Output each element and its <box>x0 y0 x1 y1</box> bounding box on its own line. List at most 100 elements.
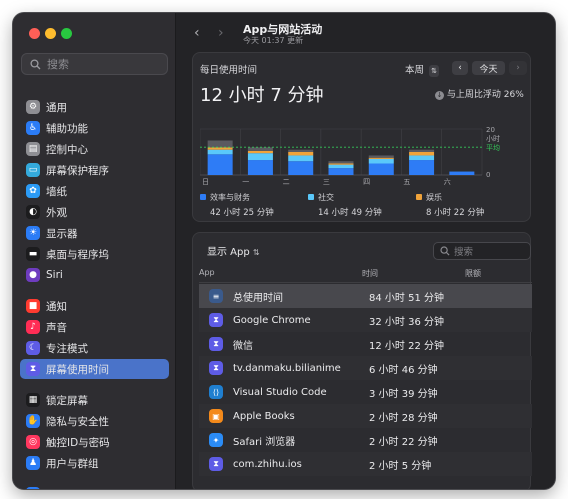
sidebar-item-label: 控制中心 <box>46 143 88 156</box>
minimize-window-button[interactable] <box>45 28 56 39</box>
sidebar-item-8[interactable]: ● Siri <box>20 265 169 285</box>
display-icon: ☀ <box>26 226 40 240</box>
app-name: com.zhihu.ios <box>233 458 302 470</box>
compare-label: 与上周比浮动 26% <box>446 90 524 100</box>
search-icon <box>30 58 41 69</box>
bar-segment <box>207 154 233 175</box>
next-period-button[interactable]: › <box>509 61 527 75</box>
sidebar-item-12[interactable]: ⧗ 屏幕使用时间 <box>20 359 169 379</box>
column-limit[interactable]: 限额 <box>465 268 481 279</box>
bar-segment <box>207 140 233 148</box>
down-arrow-icon: ↓ <box>435 91 444 100</box>
legend-name: 娱乐 <box>426 193 442 202</box>
app-name: Google Chrome <box>233 314 311 326</box>
legend-name: 效率与财务 <box>210 193 250 202</box>
period-select[interactable]: 本周 ⇅ <box>405 62 440 77</box>
notification-icon: ■ <box>26 299 40 313</box>
sidebar-item-2[interactable]: ▤ 控制中心 <box>20 139 169 159</box>
sidebar-item-10[interactable]: ♪ 声音 <box>20 317 169 337</box>
sidebar-item-5[interactable]: ◐ 外观 <box>20 202 169 222</box>
layers-icon: ≡ <box>209 289 223 303</box>
app-search-input[interactable]: 搜索 <box>433 242 531 260</box>
updown-chevron-icon: ⇅ <box>429 65 440 77</box>
table-row[interactable]: ⧗ 微信 12 小时 22 分钟 <box>199 332 532 356</box>
app-time: 2 小时 5 分钟 <box>369 460 432 472</box>
bar-segment <box>328 163 354 165</box>
column-time[interactable]: 时间 <box>362 268 378 279</box>
sidebar-item-15[interactable]: ◎ 触控ID与密码 <box>20 432 169 452</box>
sidebar-item-label: 专注模式 <box>46 342 88 355</box>
bar-segment <box>247 150 273 154</box>
appearance-icon: ◐ <box>26 205 40 219</box>
fingerprint-icon: ◎ <box>26 435 40 449</box>
sidebar-item-6[interactable]: ☀ 显示器 <box>20 223 169 243</box>
sidebar-item-label: 屏幕保护程序 <box>46 164 109 177</box>
hand-icon: ✋ <box>26 414 40 428</box>
sidebar-item-14[interactable]: ✋ 隐私与安全性 <box>20 411 169 431</box>
sidebar-item-0[interactable]: ⚙ 通用 <box>20 97 169 117</box>
close-window-button[interactable] <box>29 28 40 39</box>
sidebar-item-label: 隐私与安全性 <box>46 415 109 428</box>
show-app-select[interactable]: 显示 App ⇅ <box>207 243 260 258</box>
sidebar-item-label: 通用 <box>46 101 67 114</box>
bar-segment <box>328 161 354 164</box>
sidebar-item-1[interactable]: ♿ 辅助功能 <box>20 118 169 138</box>
hourglass-icon: ⧗ <box>209 361 223 375</box>
column-app[interactable]: App <box>199 268 215 277</box>
sidebar-item-17[interactable]: @ 互联网账户 <box>20 484 169 489</box>
accessibility-icon: ♿ <box>26 121 40 135</box>
hourglass-icon: ⧗ <box>209 457 223 471</box>
sidebar-item-11[interactable]: ☾ 专注模式 <box>20 338 169 358</box>
table-row[interactable]: ⟨⟩ Visual Studio Code 3 小时 39 分钟 <box>199 380 532 404</box>
app-name: 总使用时间 <box>233 292 283 304</box>
app-name: Visual Studio Code <box>233 386 327 398</box>
usage-card: 每日使用时间 12 小时 7 分钟 本周 ⇅ ‹ 今天 › ↓ 与上周比浮动 2… <box>192 52 531 222</box>
table-row[interactable]: ✦ Safari 浏览器 2 小时 22 分钟 <box>199 428 532 452</box>
compare-text: ↓ 与上周比浮动 26% <box>435 87 524 100</box>
app-search-placeholder: 搜索 <box>454 247 474 258</box>
sidebar-item-label: Siri <box>46 269 63 281</box>
app-time: 32 小时 36 分钟 <box>369 316 444 328</box>
table-row[interactable]: ⧗ com.zhihu.ios 2 小时 5 分钟 <box>199 452 532 476</box>
sidebar-item-4[interactable]: ✿ 墙纸 <box>20 181 169 201</box>
apps-card: 显示 App ⇅ 搜索 App 时间 限额 ≡ 总使用时间 84 小时 51 分钟 ⧗… <box>192 232 532 489</box>
bar-segment <box>288 149 314 152</box>
previous-period-button[interactable]: ‹ <box>452 61 468 75</box>
today-button[interactable]: 今天 <box>472 61 505 75</box>
bar-segment <box>247 160 273 175</box>
app-time: 3 小时 39 分钟 <box>369 388 438 400</box>
bar-segment <box>247 147 273 151</box>
zoom-window-button[interactable] <box>61 28 72 39</box>
sidebar-item-7[interactable]: ▬ 桌面与程序坞 <box>20 244 169 264</box>
app-name: Safari 浏览器 <box>233 436 296 448</box>
forward-button[interactable]: › <box>218 25 224 41</box>
hourglass-icon: ⧗ <box>26 362 40 376</box>
table-row[interactable]: ⧗ Google Chrome 32 小时 36 分钟 <box>199 308 532 332</box>
sidebar-item-13[interactable]: ▦ 锁定屏幕 <box>20 390 169 410</box>
legend-swatch <box>416 194 422 200</box>
control-center-icon: ▤ <box>26 142 40 156</box>
table-row[interactable]: ≡ 总使用时间 84 小时 51 分钟 <box>199 284 532 308</box>
back-button[interactable]: ‹ <box>194 25 200 41</box>
sidebar-item-label: 外观 <box>46 206 67 219</box>
sidebar-item-label: 用户与群组 <box>46 457 99 470</box>
sidebar-item-16[interactable]: ♟ 用户与群组 <box>20 453 169 473</box>
table-row[interactable]: ⧗ tv.danmaku.bilianime 6 小时 46 分钟 <box>199 356 532 380</box>
bar-segment <box>368 155 394 158</box>
search-icon <box>440 246 450 256</box>
bar-segment <box>409 149 435 152</box>
average-label: 平均 <box>486 143 500 152</box>
app-name: 微信 <box>233 340 253 352</box>
dock-icon: ▬ <box>26 247 40 261</box>
table-row[interactable]: ▣ Apple Books 2 小时 28 分钟 <box>199 404 532 428</box>
y-tick-label: 20 <box>486 126 495 134</box>
vscode-icon: ⟨⟩ <box>209 385 223 399</box>
at-icon: @ <box>26 487 40 489</box>
bar-segment <box>409 152 435 156</box>
sidebar-item-label: 互联网账户 <box>46 487 99 490</box>
y-tick-label: 0 <box>486 171 490 179</box>
sidebar-search-input[interactable]: 搜索 <box>21 53 168 75</box>
sidebar-item-3[interactable]: ▭ 屏幕保护程序 <box>20 160 169 180</box>
sidebar-item-label: 触控ID与密码 <box>46 436 110 449</box>
sidebar-item-9[interactable]: ■ 通知 <box>20 296 169 316</box>
